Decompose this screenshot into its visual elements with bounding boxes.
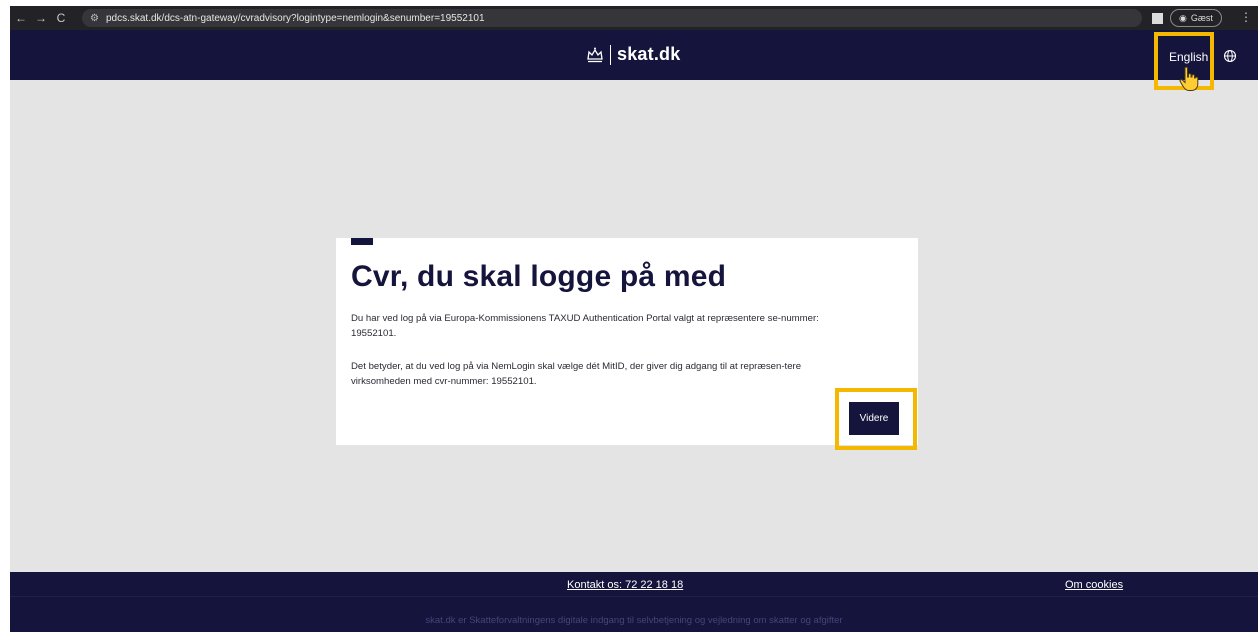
profile-icon: ◉ [1179, 12, 1187, 23]
site-header: skat.dk English [10, 30, 1258, 80]
info-paragraph-2: Det betyder, at du ved log på via NemLog… [351, 361, 802, 387]
profile-button[interactable]: ◉ Gæst [1170, 9, 1222, 27]
advisory-card: Cvr, du skal logge på med Du har ved log… [336, 238, 918, 445]
reload-button[interactable]: C [52, 11, 70, 25]
footer-tagline: skat.dk er Skatteforvaltningens digitale… [425, 615, 843, 626]
back-button[interactable]: ← [12, 11, 30, 25]
logo-divider [610, 44, 611, 65]
profile-label: Gæst [1190, 13, 1213, 23]
browser-toolbar: ← → C ⚙ pdcs.skat.dk/dcs-atn-gateway/cvr… [10, 6, 1258, 30]
address-bar[interactable]: ⚙ pdcs.skat.dk/dcs-atn-gateway/cvradviso… [82, 9, 1142, 27]
site-footer: Kontakt os: 72 22 18 18 Om cookies skat.… [10, 572, 1258, 632]
footer-links: Kontakt os: 72 22 18 18 Om cookies [10, 572, 1258, 596]
footer-divider [10, 596, 1258, 597]
info-paragraph-1: Du har ved log på via Europa-Kommissione… [351, 313, 819, 339]
hand-cursor-icon [1179, 66, 1199, 91]
browser-menu-icon[interactable]: ⋮ [1240, 10, 1252, 24]
url-text[interactable]: pdcs.skat.dk/dcs-atn-gateway/cvradvisory… [106, 13, 485, 24]
browser-window: ← → C ⚙ pdcs.skat.dk/dcs-atn-gateway/cvr… [10, 6, 1258, 632]
cookies-link[interactable]: Om cookies [1065, 579, 1123, 591]
card-accent-bar [351, 238, 373, 245]
page-title: Cvr, du skal logge på med [351, 260, 727, 293]
crown-icon [587, 47, 603, 62]
logo-text: skat.dk [617, 44, 681, 64]
contact-link[interactable]: Kontakt os: 72 22 18 18 [567, 579, 683, 591]
forward-button[interactable]: → [32, 11, 50, 25]
tune-icon[interactable]: ⚙ [90, 13, 99, 24]
site-logo[interactable]: skat.dk [586, 44, 680, 65]
side-panel-icon[interactable] [1152, 13, 1163, 24]
highlight-box-continue [835, 388, 917, 450]
globe-icon[interactable] [1223, 49, 1237, 63]
